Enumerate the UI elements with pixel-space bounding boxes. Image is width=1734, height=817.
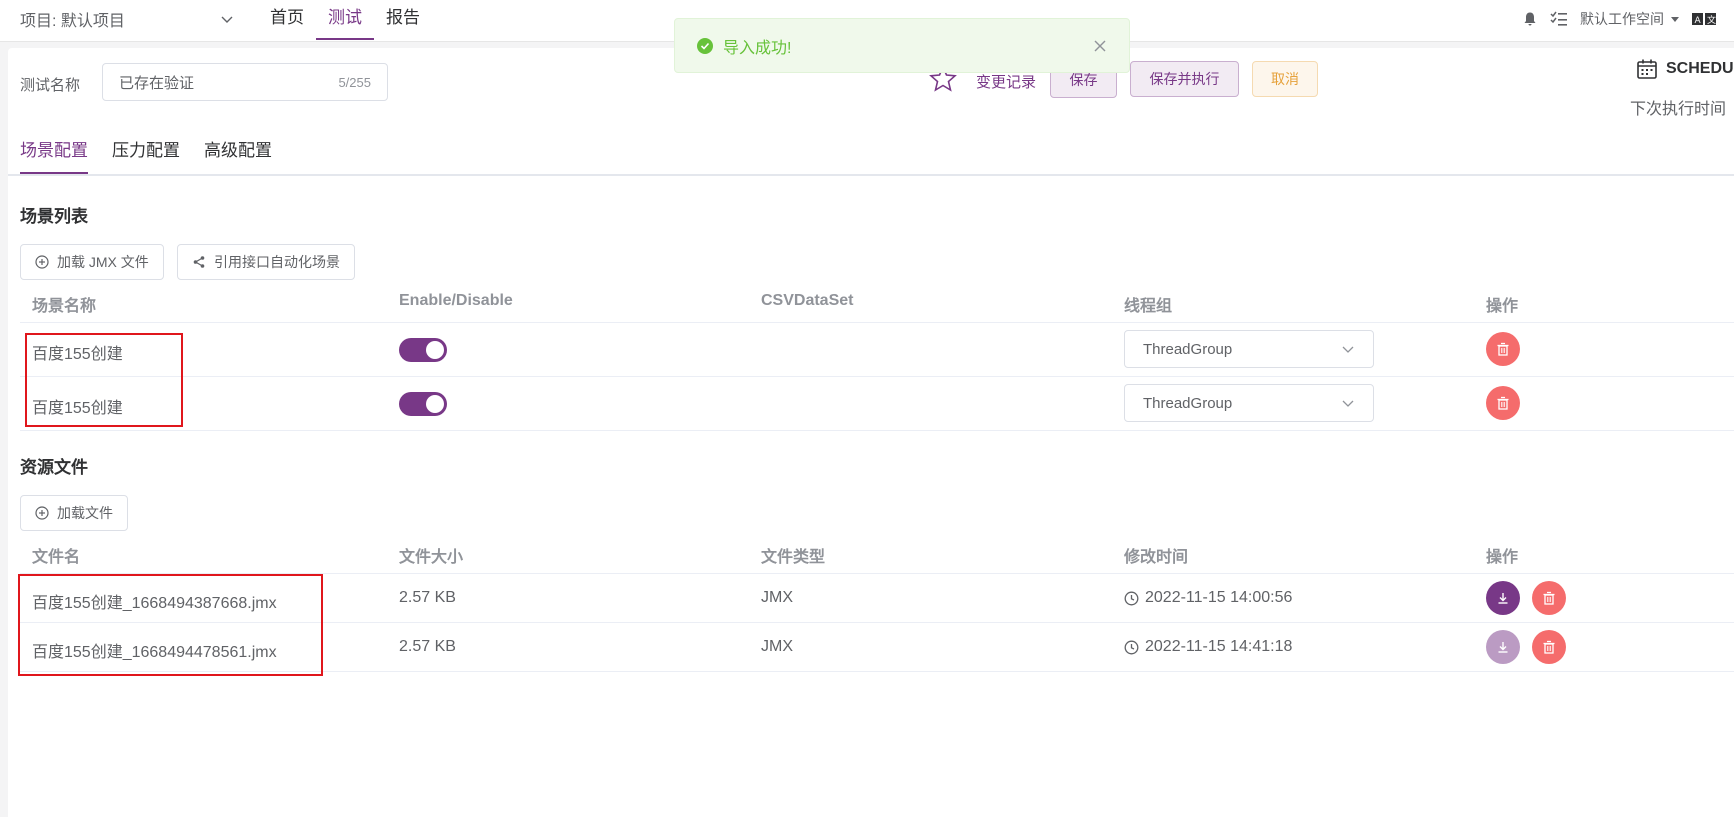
test-name-value: 已存在验证 (119, 74, 195, 92)
resource-files-title: 资源文件 (20, 458, 88, 477)
file-size-cell: 2.57 KB (399, 589, 456, 606)
header-scenario-name: 场景名称 (32, 298, 97, 315)
download-icon (1498, 593, 1508, 604)
header-file-size: 文件大小 (399, 549, 464, 566)
schedule-header[interactable]: SCHEDU (1636, 58, 1734, 80)
highlight-box (18, 574, 323, 676)
load-file-label: 加载文件 (57, 505, 113, 521)
header-csvdataset: CSVDataSet (761, 292, 854, 309)
tab-scenario-config[interactable]: 场景配置 (20, 138, 88, 174)
delete-scenario-button[interactable] (1486, 332, 1520, 366)
trash-icon (1543, 640, 1555, 654)
table-divider (20, 376, 1734, 377)
delete-file-button[interactable] (1532, 581, 1566, 615)
header-enable-disable: Enable/Disable (399, 292, 513, 309)
schedule-label: SCHEDU (1666, 60, 1734, 77)
chevron-down-icon (221, 16, 233, 23)
workspace-label: 默认工作空间 (1580, 11, 1664, 27)
nav-test[interactable]: 测试 (316, 0, 374, 40)
svg-text:文: 文 (1707, 14, 1716, 26)
nav-home[interactable]: 首页 (270, 0, 304, 40)
modified-time-cell: 2022-11-15 14:41:18 (1124, 638, 1292, 656)
modified-time-cell: 2022-11-15 14:00:56 (1124, 589, 1292, 607)
header-file-name: 文件名 (32, 549, 81, 566)
clock-icon (1124, 591, 1139, 605)
thread-group-select[interactable]: ThreadGroup (1124, 384, 1374, 422)
modified-time-value: 2022-11-15 14:41:18 (1145, 638, 1293, 655)
toast-message: 导入成功! (723, 39, 792, 57)
file-type-cell: JMX (761, 638, 793, 655)
load-jmx-button[interactable]: 加载 JMX 文件 (20, 244, 164, 280)
workspace-selector[interactable]: 默认工作空间 (1580, 9, 1680, 29)
reference-scenario-label: 引用接口自动化场景 (214, 254, 340, 270)
trash-icon (1497, 396, 1509, 410)
delete-scenario-button[interactable] (1486, 386, 1520, 420)
cancel-button[interactable]: 取消 (1252, 61, 1318, 97)
delete-file-button[interactable] (1532, 630, 1566, 664)
task-list-icon[interactable] (1550, 11, 1568, 27)
caret-down-icon (1671, 17, 1679, 22)
trash-icon (1543, 591, 1555, 605)
highlight-box (25, 333, 183, 427)
test-name-count: 5/255 (338, 74, 371, 90)
file-type-cell: JMX (761, 589, 793, 606)
download-file-button[interactable] (1486, 581, 1520, 615)
svg-text:A: A (1695, 16, 1702, 26)
file-size-cell: 2.57 KB (399, 638, 456, 655)
modified-time-value: 2022-11-15 14:00:56 (1145, 589, 1293, 606)
header-operations: 操作 (1486, 298, 1519, 315)
calendar-icon (1637, 59, 1657, 79)
thread-group-value: ThreadGroup (1143, 394, 1233, 412)
enable-switch[interactable] (399, 338, 447, 362)
chevron-down-icon (1342, 400, 1354, 407)
trash-icon (1497, 342, 1509, 356)
thread-group-value: ThreadGroup (1143, 340, 1233, 358)
check-circle-icon (697, 37, 713, 54)
download-icon (1498, 642, 1508, 653)
thread-group-select[interactable]: ThreadGroup (1124, 330, 1374, 368)
scenario-list-title: 场景列表 (20, 207, 88, 226)
language-icon[interactable]: A文 (1692, 12, 1716, 26)
close-icon[interactable] (1093, 39, 1107, 53)
enable-switch[interactable] (399, 392, 447, 416)
tab-pressure-config[interactable]: 压力配置 (112, 138, 180, 174)
nav-report[interactable]: 报告 (386, 0, 420, 40)
reference-scenario-button[interactable]: 引用接口自动化场景 (177, 244, 355, 280)
download-file-button[interactable] (1486, 630, 1520, 664)
chevron-down-icon (1342, 346, 1354, 353)
plus-circle-icon (35, 506, 49, 520)
table-divider (20, 322, 1734, 323)
save-and-run-button[interactable]: 保存并执行 (1130, 61, 1239, 97)
change-log-link[interactable]: 变更记录 (976, 71, 1036, 92)
config-tabs: 场景配置 压力配置 高级配置 (20, 138, 272, 176)
header-thread-group: 线程组 (1124, 298, 1173, 315)
tab-advanced-config[interactable]: 高级配置 (204, 138, 272, 174)
success-toast: 导入成功! (674, 18, 1130, 73)
header-actions: 默认工作空间 A文 (1522, 0, 1734, 38)
load-jmx-label: 加载 JMX 文件 (57, 254, 149, 270)
plus-circle-icon (35, 255, 49, 269)
project-selector[interactable]: 项目: 默认项目 (20, 0, 240, 38)
bell-icon[interactable] (1522, 11, 1538, 27)
share-icon (193, 256, 205, 268)
next-run-label: 下次执行时间 (1630, 101, 1727, 118)
header-modified-time: 修改时间 (1124, 549, 1189, 566)
load-file-button[interactable]: 加载文件 (20, 495, 128, 531)
test-name-label: 测试名称 (20, 77, 81, 94)
project-label: 项目: 默认项目 (20, 13, 125, 30)
clock-icon (1124, 640, 1139, 654)
table-divider (20, 430, 1734, 431)
header-file-operations: 操作 (1486, 549, 1519, 566)
tabs-divider (8, 174, 1734, 176)
header-file-type: 文件类型 (761, 549, 826, 566)
test-name-input[interactable]: 已存在验证 5/255 (102, 63, 388, 101)
